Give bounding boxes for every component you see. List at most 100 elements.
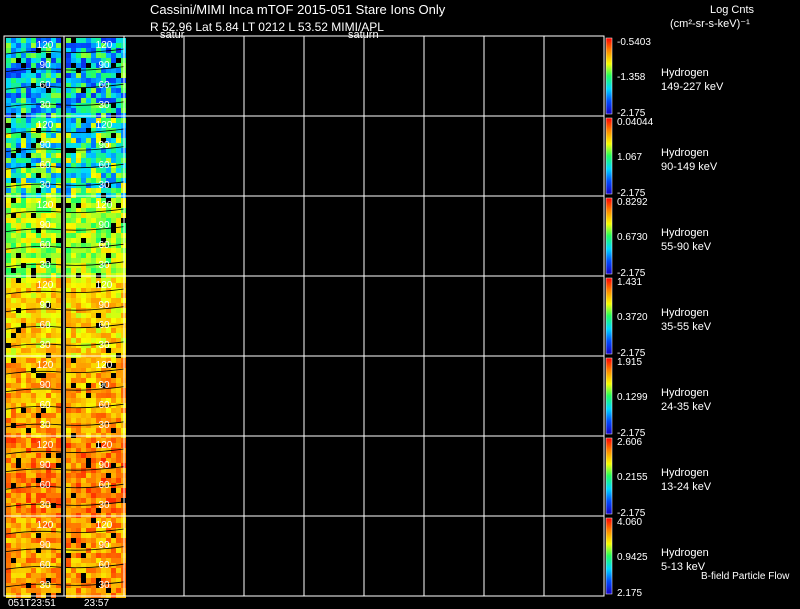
heatmap-cell	[31, 408, 36, 413]
heatmap-cell	[101, 253, 106, 258]
heatmap-cell	[56, 558, 61, 563]
y-tick-label: 120	[96, 200, 113, 211]
heatmap-cell	[6, 473, 11, 478]
heatmap-cell	[86, 53, 91, 58]
heatmap-cell	[31, 73, 36, 78]
y-tick-label: 90	[39, 60, 51, 71]
heatmap-cell	[31, 578, 36, 583]
heatmap-cell	[101, 553, 106, 558]
heatmap-cell	[56, 523, 61, 528]
heatmap-cell	[11, 278, 16, 283]
heatmap-cell	[26, 233, 31, 238]
heatmap-cell	[76, 73, 81, 78]
heatmap-cell	[31, 568, 36, 573]
y-tick-label: 30	[39, 100, 51, 111]
heatmap-cell	[41, 573, 46, 578]
heatmap-cell	[66, 378, 71, 383]
heatmap-cell	[96, 253, 101, 258]
heatmap-cell	[6, 363, 11, 368]
heatmap-cell	[86, 233, 91, 238]
heatmap-cell	[16, 383, 21, 388]
heatmap-cell	[21, 88, 26, 93]
heatmap-cell	[86, 223, 91, 228]
heatmap-cell	[16, 98, 21, 103]
heatmap-cell	[76, 78, 81, 83]
heatmap-cell	[31, 93, 36, 98]
heatmap-cell	[81, 93, 86, 98]
heatmap-cell	[56, 588, 61, 593]
heatmap-cell	[91, 478, 96, 483]
heatmap-cell	[11, 163, 16, 168]
colorbar-mid-label: 0.9425	[617, 552, 648, 563]
y-tick-label: 90	[39, 300, 51, 311]
heatmap-cell	[51, 458, 56, 463]
energy-range-label: 55-90 keV	[661, 241, 712, 253]
heatmap-cell	[101, 213, 106, 218]
heatmap-cell	[16, 138, 21, 143]
heatmap-cell	[21, 508, 26, 513]
colorbar-mid-label: 0.6730	[617, 232, 648, 243]
heatmap-cell	[96, 573, 101, 578]
heatmap-cell	[26, 143, 31, 148]
heatmap-cell	[86, 523, 91, 528]
heatmap-cell	[116, 253, 121, 258]
heatmap-cell	[101, 293, 106, 298]
heatmap-cell	[96, 473, 101, 478]
heatmap-cell	[6, 383, 11, 388]
heatmap-cell	[36, 313, 41, 318]
heatmap-cell	[56, 223, 61, 228]
heatmap-cell	[66, 338, 71, 343]
heatmap-cell	[36, 73, 41, 78]
heatmap-cell	[111, 143, 116, 148]
heatmap-cell	[56, 443, 61, 448]
y-tick-label: 90	[98, 300, 110, 311]
heatmap-cell	[11, 443, 16, 448]
heatmap-cell	[86, 413, 91, 418]
heatmap-cell	[41, 233, 46, 238]
heatmap-cell	[71, 133, 76, 138]
heatmap-cell	[21, 413, 26, 418]
heatmap-cell	[16, 178, 21, 183]
heatmap-cell	[51, 183, 56, 188]
y-tick-label: 60	[39, 240, 51, 251]
heatmap-cell	[116, 248, 121, 253]
heatmap-cell	[21, 43, 26, 48]
heatmap-cell	[76, 443, 81, 448]
heatmap-cell	[76, 543, 81, 548]
heatmap-cell	[21, 268, 26, 273]
heatmap-cell	[81, 373, 86, 378]
heatmap-cell	[21, 38, 26, 43]
heatmap-cell	[111, 303, 116, 308]
heatmap-cell	[91, 248, 96, 253]
heatmap-cell	[71, 428, 76, 433]
heatmap-cell	[46, 253, 51, 258]
heatmap-cell	[31, 453, 36, 458]
heatmap-cell	[21, 223, 26, 228]
heatmap-cell	[21, 348, 26, 353]
heatmap-cell	[6, 263, 11, 268]
heatmap-cell	[6, 118, 11, 123]
heatmap-cell	[16, 578, 21, 583]
heatmap-cell	[26, 303, 31, 308]
heatmap-cell	[91, 538, 96, 543]
heatmap-cell	[11, 338, 16, 343]
heatmap-cell	[16, 88, 21, 93]
heatmap-cell	[81, 333, 86, 338]
heatmap-cell	[31, 483, 36, 488]
y-tick-label: 30	[98, 100, 110, 111]
heatmap-cell	[86, 248, 91, 253]
heatmap-cell	[76, 223, 81, 228]
heatmap-cell	[56, 88, 61, 93]
heatmap-cell	[11, 413, 16, 418]
heatmap-cell	[96, 73, 101, 78]
y-tick-label: 120	[37, 280, 54, 291]
heatmap-cell	[86, 173, 91, 178]
heatmap-cell	[81, 53, 86, 58]
heatmap-cell	[81, 303, 86, 308]
heatmap-cell	[81, 153, 86, 158]
heatmap-cell	[6, 228, 11, 233]
heatmap-cell	[81, 338, 86, 343]
heatmap-cell	[76, 83, 81, 88]
heatmap-cell	[71, 283, 76, 288]
heatmap-cell	[91, 373, 96, 378]
